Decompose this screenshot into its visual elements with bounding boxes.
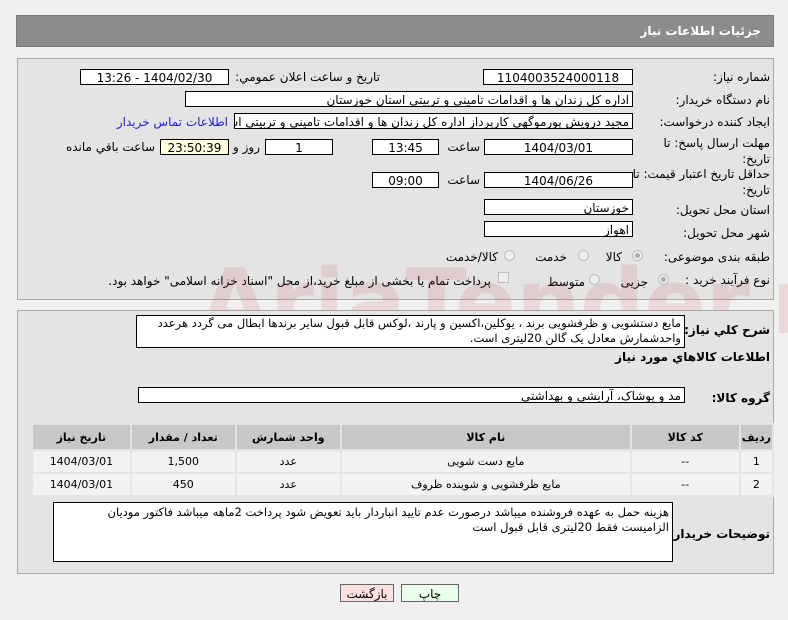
cell-qty: 1,500 xyxy=(131,451,235,472)
city-field: اهواز xyxy=(484,221,633,237)
cell-code: -- xyxy=(631,474,739,495)
days-field: 1 xyxy=(265,139,333,155)
print-button[interactable]: چاپ xyxy=(401,584,459,602)
back-button[interactable]: بازگشت xyxy=(340,584,394,602)
need-number-label: شماره نیاز: xyxy=(713,70,770,84)
buyer-notes-field[interactable]: هزینه حمل به عهده فروشنده میباشد درصورت … xyxy=(53,502,673,562)
goods-group-label: گروه کالا: xyxy=(711,391,770,405)
buyer-org-label: نام دستگاه خریدار: xyxy=(675,93,771,107)
process-medium-label: متوسط xyxy=(547,275,585,289)
col-date: تاریخ نیاز xyxy=(33,425,130,449)
category-both-radio[interactable] xyxy=(504,250,515,261)
treasury-payment-checkbox[interactable] xyxy=(498,272,509,283)
cell-row: 2 xyxy=(740,474,772,495)
table-row: 1 -- مایع دست شویی عدد 1,500 1404/03/01 xyxy=(33,451,772,472)
category-service-label: خدمت xyxy=(535,250,567,264)
remaining-label: ساعت باقي مانده xyxy=(65,140,155,154)
deadline-date-field: 1404/03/01 xyxy=(484,139,633,155)
col-name: نام کالا xyxy=(341,425,630,449)
deadline-label: مهلت ارسال پاسخ: تا تاریخ: xyxy=(663,136,770,166)
process-minor-radio[interactable] xyxy=(658,274,669,285)
description-label: شرح کلي نیاز: xyxy=(684,323,770,337)
cell-row: 1 xyxy=(740,451,772,472)
col-row: ردیف xyxy=(740,425,772,449)
buyer-org-field: اداره کل زندان ها و اقدامات تامینی و ترب… xyxy=(185,91,633,107)
province-label: استان محل تحویل: xyxy=(675,203,770,217)
category-goods-radio[interactable] xyxy=(632,250,643,261)
goods-group-field: مد و پوشاک، آرایشی و بهداشتی xyxy=(138,387,685,403)
category-label: طبقه بندی موضوعی: xyxy=(663,250,770,264)
validity-time-label: ساعت xyxy=(447,173,480,187)
cell-code: -- xyxy=(631,451,739,472)
announce-field: 1404/02/30 - 13:26 xyxy=(80,69,229,85)
days-label: روز و xyxy=(233,140,260,154)
cell-name: مایع ظرفشویی و شوینده ظروف xyxy=(341,474,630,495)
process-minor-label: جزیی xyxy=(620,275,648,289)
city-label: شهر محل تحویل: xyxy=(683,226,770,240)
category-service-radio[interactable] xyxy=(578,250,589,261)
col-unit: واحد شمارش xyxy=(236,425,340,449)
table-header-row: ردیف کد کالا نام کالا واحد شمارش تعداد /… xyxy=(33,425,772,449)
col-code: کد کالا xyxy=(631,425,739,449)
validity-date-field: 1404/06/26 xyxy=(484,172,633,188)
payment-note: پرداخت تمام یا بخشی از مبلغ خرید،از محل … xyxy=(108,274,491,288)
page-header: جزئیات اطلاعات نیاز xyxy=(16,15,774,47)
goods-table: ردیف کد کالا نام کالا واحد شمارش تعداد /… xyxy=(31,423,774,497)
buyer-contact-link[interactable]: اطلاعات تماس خریدار xyxy=(117,115,228,129)
cell-unit: عدد xyxy=(236,474,340,495)
deadline-time-label: ساعت xyxy=(447,140,480,154)
category-both-label: کالا/خدمت xyxy=(445,250,498,264)
table-row: 2 -- مایع ظرفشویی و شوینده ظروف عدد 450 … xyxy=(33,474,772,495)
creator-field: مجید درویش پورموگهی کارپرداز اداره کل زن… xyxy=(234,113,633,129)
col-qty: تعداد / مقدار xyxy=(131,425,235,449)
cell-date: 1404/03/01 xyxy=(33,474,130,495)
deadline-time-field: 13:45 xyxy=(372,139,439,155)
announce-label: تاریخ و ساعت اعلان عمومي: xyxy=(235,70,380,84)
page-title: جزئیات اطلاعات نیاز xyxy=(640,24,761,38)
cell-qty: 450 xyxy=(131,474,235,495)
description-field[interactable]: مایع دستشویی و ظرفشویی برند ، یوکلین،اکس… xyxy=(136,315,685,348)
cell-name: مایع دست شویی xyxy=(341,451,630,472)
remaining-time-field: 23:50:39 xyxy=(160,139,229,155)
process-medium-radio[interactable] xyxy=(589,274,600,285)
validity-time-field: 09:00 xyxy=(372,172,439,188)
goods-section-title: اطلاعات کالاهاي مورد نیاز xyxy=(615,350,770,364)
province-field: خوزستان xyxy=(484,199,633,215)
cell-date: 1404/03/01 xyxy=(33,451,130,472)
validity-label: حداقل تاریخ اعتبار قیمت: تا تاریخ: xyxy=(632,167,770,197)
buyer-notes-label: توضیحات خریدار: xyxy=(668,527,770,541)
creator-label: ایجاد کننده درخواست: xyxy=(659,115,770,129)
need-number-field: 1104003524000118 xyxy=(483,69,633,85)
cell-unit: عدد xyxy=(236,451,340,472)
category-goods-label: کالا xyxy=(605,250,622,264)
process-label: نوع فرآیند خرید : xyxy=(685,273,770,287)
